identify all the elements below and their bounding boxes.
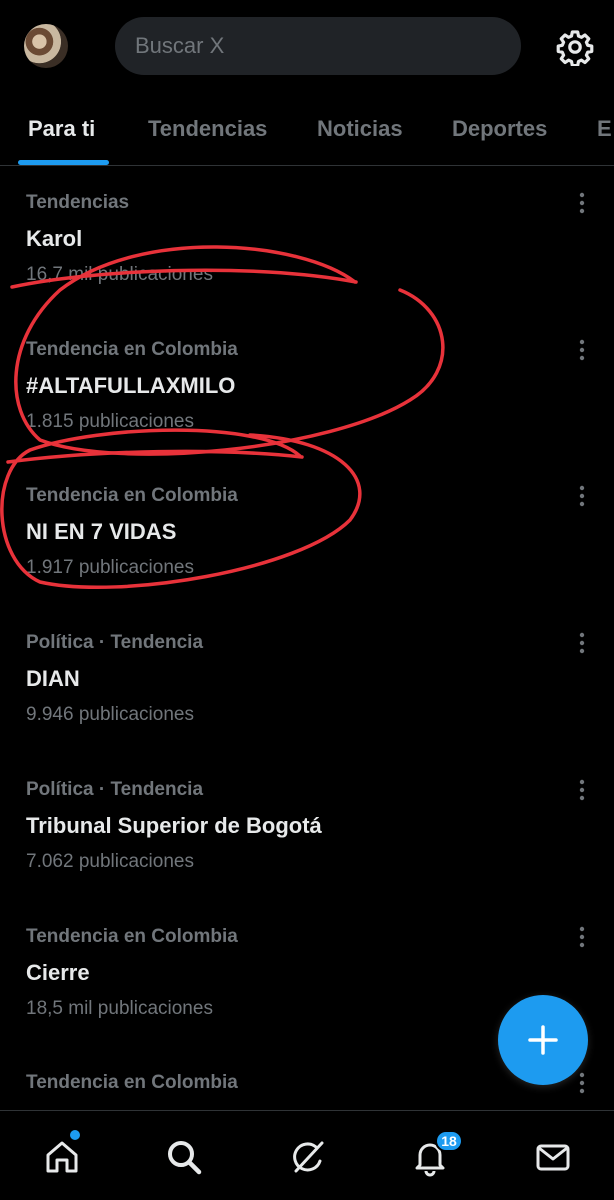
trend-post-count: 1.917 publicaciones	[26, 557, 194, 578]
trend-post-count: 7.062 publicaciones	[26, 851, 194, 872]
more-icon[interactable]	[572, 190, 592, 216]
search-icon[interactable]	[164, 1137, 204, 1177]
active-tab-indicator	[18, 160, 109, 165]
trend-item[interactable]: Política · Tendencia Tribunal Superior d…	[0, 779, 614, 925]
search-input[interactable]: Buscar X	[115, 17, 521, 75]
trend-name: NI EN 7 VIDAS	[26, 519, 177, 544]
more-icon[interactable]	[572, 630, 592, 656]
avatar[interactable]	[24, 24, 68, 68]
trend-post-count: 9.946 publicaciones	[26, 704, 194, 725]
trend-context: Política · Tendencia	[26, 779, 204, 800]
more-icon[interactable]	[572, 777, 592, 803]
trend-name: #ALTAFULLAXMILO	[26, 373, 236, 398]
bottom-navigation	[0, 1110, 614, 1200]
trend-item[interactable]: Tendencias Karol 16,7 mil publicaciones	[0, 192, 614, 338]
trend-name: Cierre	[26, 960, 90, 985]
home-unread-dot	[70, 1130, 80, 1140]
trend-context: Política · Tendencia	[26, 632, 204, 653]
trend-post-count: 18,5 mil publicaciones	[26, 998, 213, 1019]
tab-para-ti[interactable]: Para ti	[28, 116, 95, 142]
grok-icon[interactable]	[288, 1137, 328, 1177]
tab-entretenimiento[interactable]: E	[597, 116, 612, 142]
trend-context: Tendencia en Colombia	[26, 339, 238, 360]
tab-noticias[interactable]: Noticias	[317, 116, 403, 142]
trend-context: Tendencia en Colombia	[26, 1072, 238, 1093]
more-icon[interactable]	[572, 337, 592, 363]
top-bar: Buscar X	[0, 0, 614, 92]
tab-deportes[interactable]: Deportes	[452, 116, 547, 142]
trend-context: Tendencia en Colombia	[26, 485, 238, 506]
more-icon[interactable]	[572, 924, 592, 950]
mail-icon[interactable]	[533, 1137, 573, 1177]
trend-context: Tendencias	[26, 192, 130, 213]
trend-item[interactable]: Tendencia en Colombia #ALTAFULLAXMILO 1.…	[0, 339, 614, 485]
trend-item[interactable]: Política · Tendencia DIAN 9.946 publicac…	[0, 632, 614, 778]
home-icon[interactable]	[42, 1137, 82, 1177]
tab-tendencias[interactable]: Tendencias	[148, 116, 267, 142]
trend-name: DIAN	[26, 666, 80, 691]
trend-name: Tribunal Superior de Bogotá	[26, 813, 322, 838]
notification-badge: 18	[435, 1130, 463, 1152]
trend-name: Karol	[26, 226, 83, 251]
more-icon[interactable]	[572, 1070, 592, 1096]
trend-context: Tendencia en Colombia	[26, 926, 238, 947]
plus-icon	[528, 1025, 558, 1055]
search-placeholder: Buscar X	[135, 33, 225, 58]
tab-bar: Para ti Tendencias Noticias Deportes E	[0, 96, 614, 166]
more-icon[interactable]	[572, 483, 592, 509]
trend-post-count: 1.815 publicaciones	[26, 411, 194, 432]
compose-button[interactable]	[498, 995, 588, 1085]
gear-icon[interactable]	[556, 28, 594, 66]
trend-post-count: 16,7 mil publicaciones	[26, 264, 213, 285]
trend-item[interactable]: Tendencia en Colombia NI EN 7 VIDAS 1.91…	[0, 485, 614, 631]
